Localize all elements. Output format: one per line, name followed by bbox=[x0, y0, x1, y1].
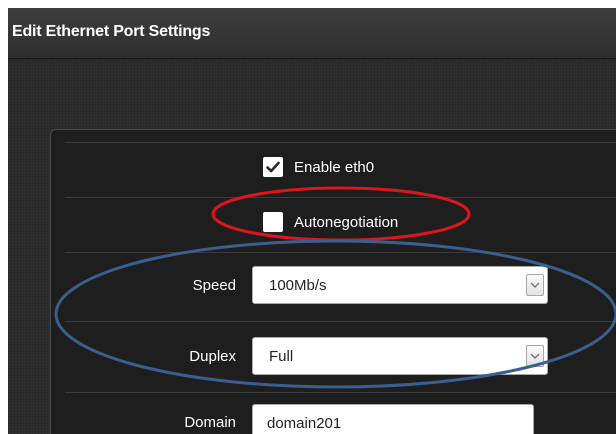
duplex-select-value: Full bbox=[269, 348, 294, 365]
divider bbox=[65, 142, 616, 143]
enable-eth0-checkbox[interactable] bbox=[263, 157, 283, 177]
domain-input-value: domain201 bbox=[267, 415, 342, 432]
duplex-select-arrow[interactable] bbox=[526, 345, 544, 367]
divider bbox=[65, 392, 616, 393]
autonegotiation-checkbox[interactable] bbox=[263, 212, 283, 232]
duplex-select[interactable]: Full bbox=[252, 337, 548, 375]
settings-panel: Enable eth0 Autonegotiation Speed 100Mb/… bbox=[50, 129, 616, 434]
speed-label: Speed bbox=[192, 277, 236, 294]
speed-select[interactable]: 100Mb/s bbox=[252, 266, 548, 304]
enable-eth0-label: Enable eth0 bbox=[294, 158, 375, 176]
chevron-down-icon bbox=[530, 353, 540, 359]
autonegotiation-label: Autonegotiation bbox=[294, 213, 399, 231]
autonegotiation-row[interactable]: Autonegotiation bbox=[263, 212, 398, 232]
divider bbox=[65, 197, 616, 198]
speed-select-value: 100Mb/s bbox=[269, 277, 327, 294]
domain-input[interactable]: domain201 bbox=[252, 404, 534, 434]
dialog-title: Edit Ethernet Port Settings bbox=[12, 23, 211, 40]
divider bbox=[65, 321, 616, 322]
edit-ethernet-dialog: Edit Ethernet Port Settings Enable eth0 … bbox=[8, 8, 616, 434]
enable-eth0-row[interactable]: Enable eth0 bbox=[263, 157, 374, 177]
duplex-label: Duplex bbox=[189, 348, 236, 365]
chevron-down-icon bbox=[530, 282, 540, 288]
domain-label: Domain bbox=[184, 414, 236, 431]
speed-select-arrow[interactable] bbox=[526, 274, 544, 296]
divider bbox=[65, 252, 616, 253]
dialog-title-bar: Edit Ethernet Port Settings bbox=[8, 8, 616, 59]
checkmark-icon bbox=[266, 161, 280, 173]
